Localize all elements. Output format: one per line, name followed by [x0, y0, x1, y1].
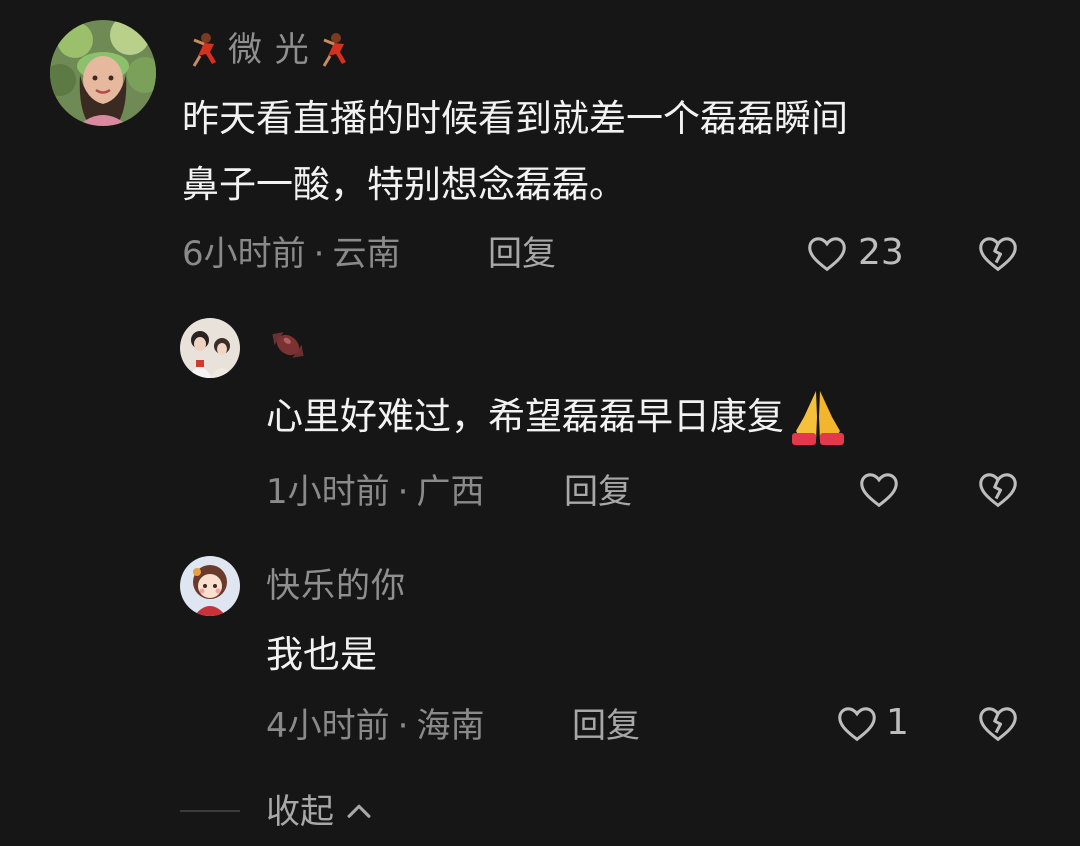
meta-separator: ·	[397, 706, 409, 746]
commenter-username[interactable]: 微 光	[186, 30, 352, 70]
reply-username[interactable]: 快乐的你	[266, 566, 406, 606]
dislike-button[interactable]	[975, 466, 1021, 516]
chevron-up-icon	[342, 795, 376, 829]
like-button[interactable]: 1	[834, 700, 909, 746]
reply-avatar[interactable]	[180, 556, 240, 616]
reply-time: 4小时前	[266, 706, 390, 746]
dancer-emoji-icon	[186, 30, 222, 70]
reply-meta: 1小时前 · 广西	[266, 472, 484, 512]
username-label: 微 光	[228, 30, 310, 70]
dislike-button[interactable]	[975, 700, 1021, 750]
broken-heart-icon	[975, 700, 1021, 746]
comment-text-line-2: 鼻子一酸，特别想念磊磊。	[182, 163, 626, 206]
like-button[interactable]	[856, 466, 902, 516]
reply-button[interactable]: 回复	[488, 234, 556, 274]
heart-icon	[834, 700, 880, 746]
folded-hands-emoji-icon	[786, 387, 850, 447]
comment-meta: 6小时前 · 云南	[182, 234, 400, 274]
collapse-divider	[180, 810, 240, 812]
comment-text-line-1: 昨天看直播的时候看到就差一个磊磊瞬间	[182, 97, 848, 140]
collapse-label: 收起	[266, 792, 334, 832]
reply-button[interactable]: 回复	[572, 706, 640, 746]
reply-username[interactable]	[265, 322, 311, 372]
reply-text: 我也是	[266, 633, 377, 676]
like-button[interactable]: 23	[804, 230, 904, 276]
reply-avatar[interactable]	[180, 318, 240, 378]
reply-time: 1小时前	[266, 472, 390, 512]
reply-location: 海南	[416, 706, 485, 746]
like-count: 23	[858, 232, 904, 273]
dislike-button[interactable]	[975, 230, 1021, 280]
reply-text-label: 心里好难过，希望磊磊早日康复	[266, 395, 784, 438]
comment-location: 云南	[332, 234, 401, 274]
dancer-emoji-icon	[316, 30, 352, 70]
candy-emoji-icon	[265, 322, 311, 368]
like-count: 1	[886, 702, 909, 743]
reply-location: 广西	[416, 472, 485, 512]
broken-heart-icon	[975, 230, 1021, 276]
reply-text: 心里好难过，希望磊磊早日康复	[266, 386, 850, 448]
reply-button[interactable]: 回复	[564, 472, 632, 512]
meta-separator: ·	[397, 472, 409, 512]
heart-icon	[856, 466, 902, 512]
commenter-avatar[interactable]	[50, 20, 156, 126]
broken-heart-icon	[975, 466, 1021, 512]
heart-icon	[804, 230, 850, 276]
reply-meta: 4小时前 · 海南	[266, 706, 484, 746]
meta-separator: ·	[313, 234, 325, 274]
collapse-replies-button[interactable]: 收起	[266, 792, 376, 832]
comment-time: 6小时前	[182, 234, 306, 274]
